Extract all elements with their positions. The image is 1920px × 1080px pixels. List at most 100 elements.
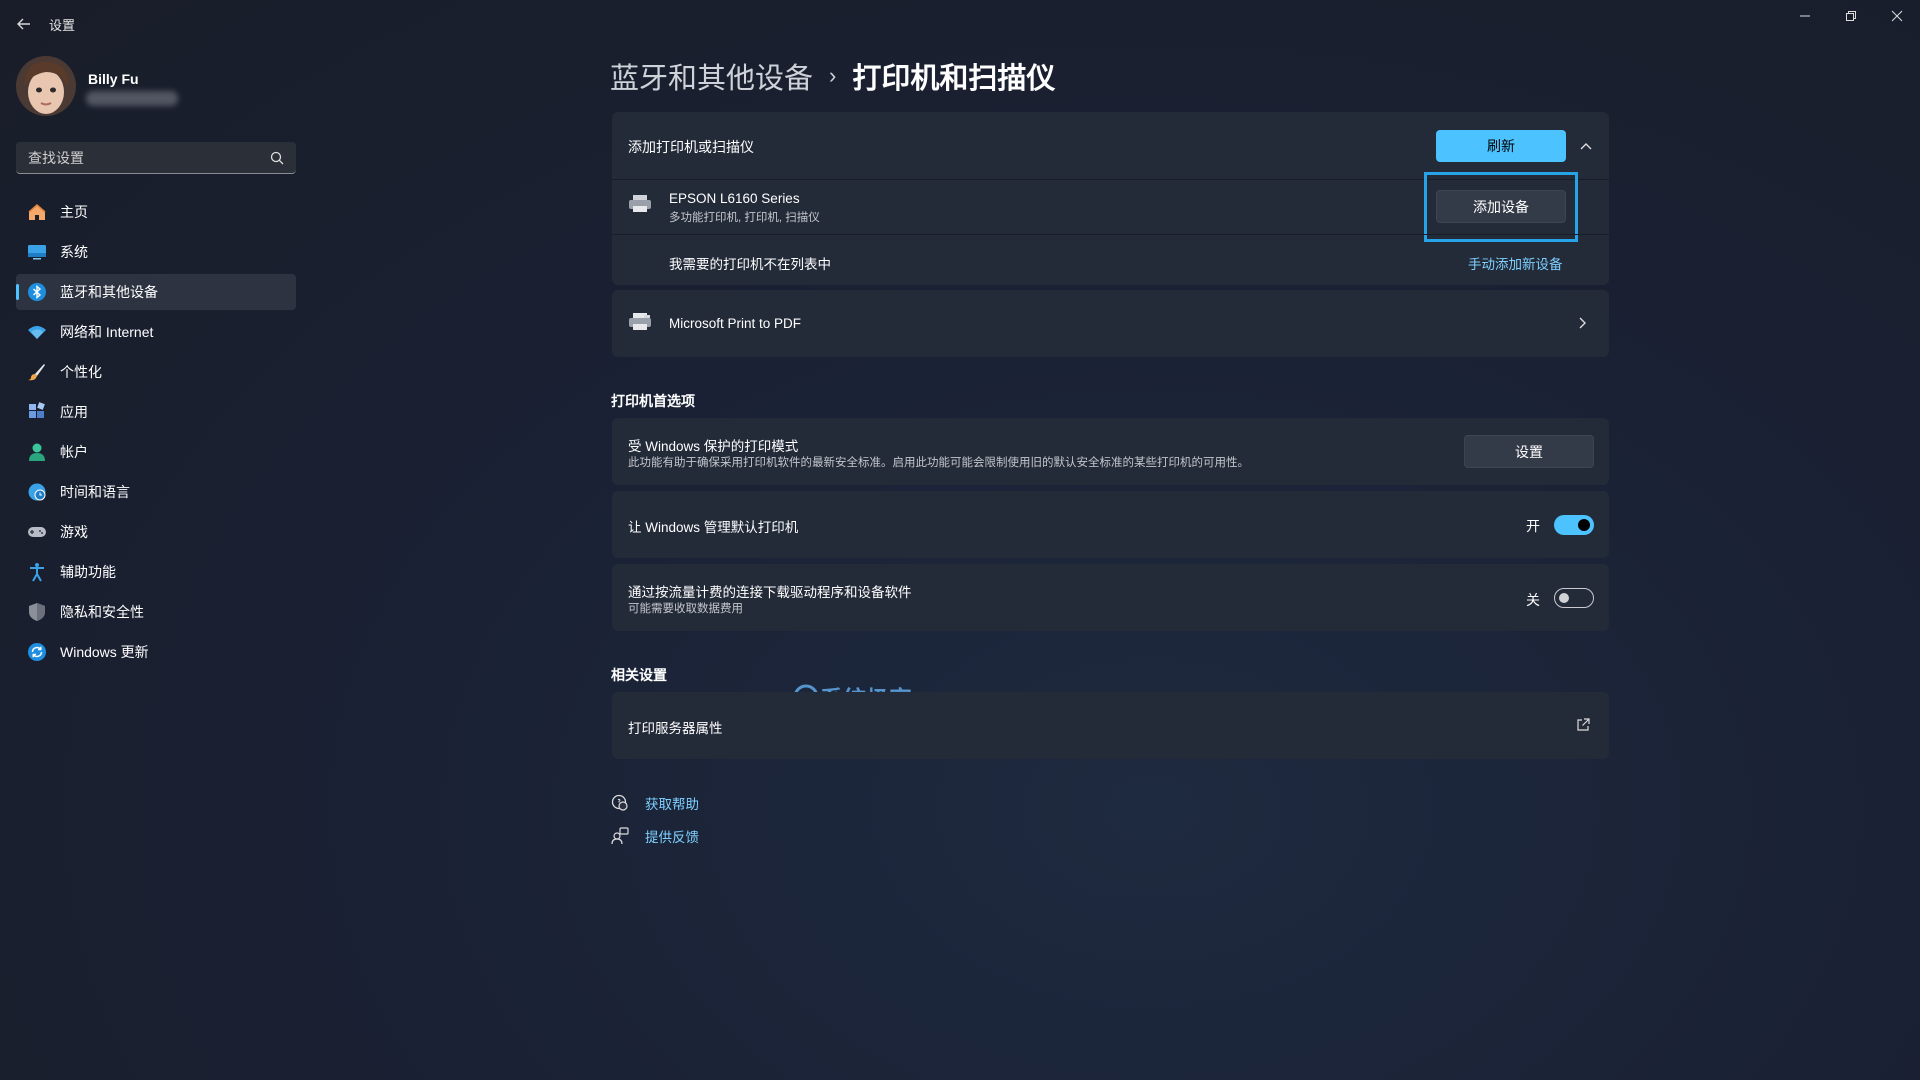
sidebar-item-label: 游戏: [60, 524, 88, 540]
close-button[interactable]: [1874, 0, 1920, 32]
metered-download-card: 通过按流量计费的连接下载驱动程序和设备软件 可能需要收取数据费用 关: [612, 564, 1609, 631]
sidebar-item-label: 网络和 Internet: [60, 324, 154, 340]
sidebar-item-accessibility[interactable]: 辅助功能: [16, 554, 296, 590]
sidebar-item-personalization[interactable]: 个性化: [16, 354, 296, 390]
sidebar-item-network[interactable]: 网络和 Internet: [16, 314, 296, 350]
breadcrumb-separator: ›: [829, 63, 837, 88]
avatar-image: [16, 56, 76, 116]
protected-mode-settings-button[interactable]: 设置: [1464, 435, 1594, 468]
printer-device-icon: [628, 194, 652, 214]
minimize-button[interactable]: [1782, 0, 1828, 32]
sidebar-item-label: 应用: [60, 404, 88, 420]
avatar[interactable]: [16, 56, 76, 116]
search-box[interactable]: [16, 142, 296, 174]
globe-clock-icon: [26, 481, 48, 503]
refresh-button[interactable]: 刷新: [1436, 130, 1566, 162]
account-icon: [26, 441, 48, 463]
sidebar-item-privacy[interactable]: 隐私和安全性: [16, 594, 296, 630]
device-name: EPSON L6160 Series: [669, 191, 800, 206]
metered-toggle[interactable]: [1554, 588, 1594, 608]
chevron-up-icon: [1580, 143, 1592, 150]
metered-state: 关: [1526, 592, 1540, 608]
back-button[interactable]: [14, 14, 34, 34]
get-help-row: 获取帮助: [611, 793, 699, 813]
sidebar-item-label: 主页: [60, 204, 88, 220]
bluetooth-icon: [26, 281, 48, 303]
add-printer-title: 添加打印机或扫描仪: [628, 139, 754, 155]
accessibility-icon: [26, 561, 48, 583]
related-section-title: 相关设置: [611, 667, 667, 683]
feedback-link[interactable]: 提供反馈: [645, 826, 699, 846]
metered-description: 可能需要收取数据费用: [628, 603, 743, 615]
breadcrumb-parent[interactable]: 蓝牙和其他设备: [610, 55, 813, 97]
printer-icon: [628, 312, 652, 332]
print-server-label: 打印服务器属性: [628, 721, 723, 736]
minimize-icon: [1800, 15, 1810, 17]
add-manually-link[interactable]: 手动添加新设备: [1468, 253, 1563, 273]
shield-icon: [26, 601, 48, 623]
sidebar-item-system[interactable]: 系统: [16, 234, 296, 270]
manage-default-printer-card: 让 Windows 管理默认打印机 开: [612, 491, 1609, 558]
sidebar-item-home[interactable]: 主页: [16, 194, 296, 230]
manage-default-state: 开: [1526, 518, 1540, 534]
add-printer-card: 添加打印机或扫描仪 刷新 EPSON L6160 Series 多功能打印机, …: [612, 112, 1609, 285]
printer-name: Microsoft Print to PDF: [669, 316, 802, 331]
sidebar-item-apps[interactable]: 应用: [16, 394, 296, 430]
collapse-button[interactable]: [1574, 134, 1598, 158]
active-indicator: [16, 284, 19, 300]
sidebar-item-label: 个性化: [60, 364, 102, 380]
sidebar-nav: 主页 系统 蓝牙和其他设备 网络和 Internet 个性化 应用 帐户 时间和…: [16, 194, 296, 674]
toggle-knob: [1559, 593, 1569, 603]
gamepad-icon: [26, 521, 48, 543]
user-name: Billy Fu: [88, 71, 139, 87]
back-arrow-icon: [17, 18, 30, 30]
restore-button[interactable]: [1828, 0, 1874, 32]
feedback-icon: [611, 827, 629, 845]
protected-mode-description: 此功能有助于确保采用打印机软件的最新安全标准。启用此功能可能会限制使用旧的默认安…: [628, 457, 1249, 469]
sidebar-item-label: Windows 更新: [60, 644, 149, 660]
get-help-link[interactable]: 获取帮助: [645, 793, 699, 813]
add-device-button[interactable]: 添加设备: [1436, 190, 1566, 223]
sidebar-item-bluetooth[interactable]: 蓝牙和其他设备: [16, 274, 296, 310]
page-title: 打印机和扫描仪: [852, 63, 1056, 95]
printer-item-ms-print-to-pdf[interactable]: Microsoft Print to PDF: [612, 290, 1609, 357]
wifi-icon: [26, 321, 48, 343]
divider: [612, 234, 1609, 235]
user-email-redacted: [86, 91, 178, 106]
close-icon: [1891, 10, 1903, 22]
preferences-section-title: 打印机首选项: [611, 393, 695, 409]
brush-icon: [26, 361, 48, 383]
breadcrumb: 蓝牙和其他设备 › 打印机和扫描仪: [610, 54, 1055, 98]
metered-title: 通过按流量计费的连接下载驱动程序和设备软件: [628, 585, 912, 600]
external-link-icon: [1576, 718, 1590, 732]
print-server-properties-card[interactable]: 打印服务器属性: [612, 692, 1609, 759]
sidebar-item-label: 帐户: [60, 444, 88, 460]
sidebar-item-time-language[interactable]: 时间和语言: [16, 474, 296, 510]
sidebar-item-label: 辅助功能: [60, 564, 116, 580]
app-title: 设置: [49, 18, 76, 33]
update-icon: [26, 641, 48, 663]
chevron-right-icon: [1578, 317, 1586, 329]
feedback-row: 提供反馈: [611, 826, 699, 846]
title-bar: 设置: [0, 0, 1920, 48]
sidebar-item-label: 系统: [60, 244, 88, 260]
toggle-knob: [1578, 519, 1590, 531]
display-icon: [26, 241, 48, 263]
protected-mode-title: 受 Windows 保护的打印模式: [628, 439, 799, 454]
not-listed-text: 我需要的打印机不在列表中: [669, 257, 831, 272]
help-chat-icon: [611, 794, 628, 811]
sidebar-item-accounts[interactable]: 帐户: [16, 434, 296, 470]
home-icon: [26, 201, 48, 223]
manage-default-title: 让 Windows 管理默认打印机: [628, 520, 799, 535]
sidebar-item-label: 时间和语言: [60, 484, 130, 500]
sidebar-item-label: 蓝牙和其他设备: [60, 284, 158, 300]
device-description: 多功能打印机, 打印机, 扫描仪: [669, 212, 820, 224]
apps-icon: [26, 401, 48, 423]
sidebar-item-gaming[interactable]: 游戏: [16, 514, 296, 550]
manage-default-toggle[interactable]: [1554, 515, 1594, 535]
restore-icon: [1846, 11, 1856, 21]
sidebar-item-label: 隐私和安全性: [60, 604, 144, 620]
search-icon[interactable]: [270, 151, 284, 165]
sidebar-item-windows-update[interactable]: Windows 更新: [16, 634, 296, 670]
search-input[interactable]: [26, 142, 256, 173]
